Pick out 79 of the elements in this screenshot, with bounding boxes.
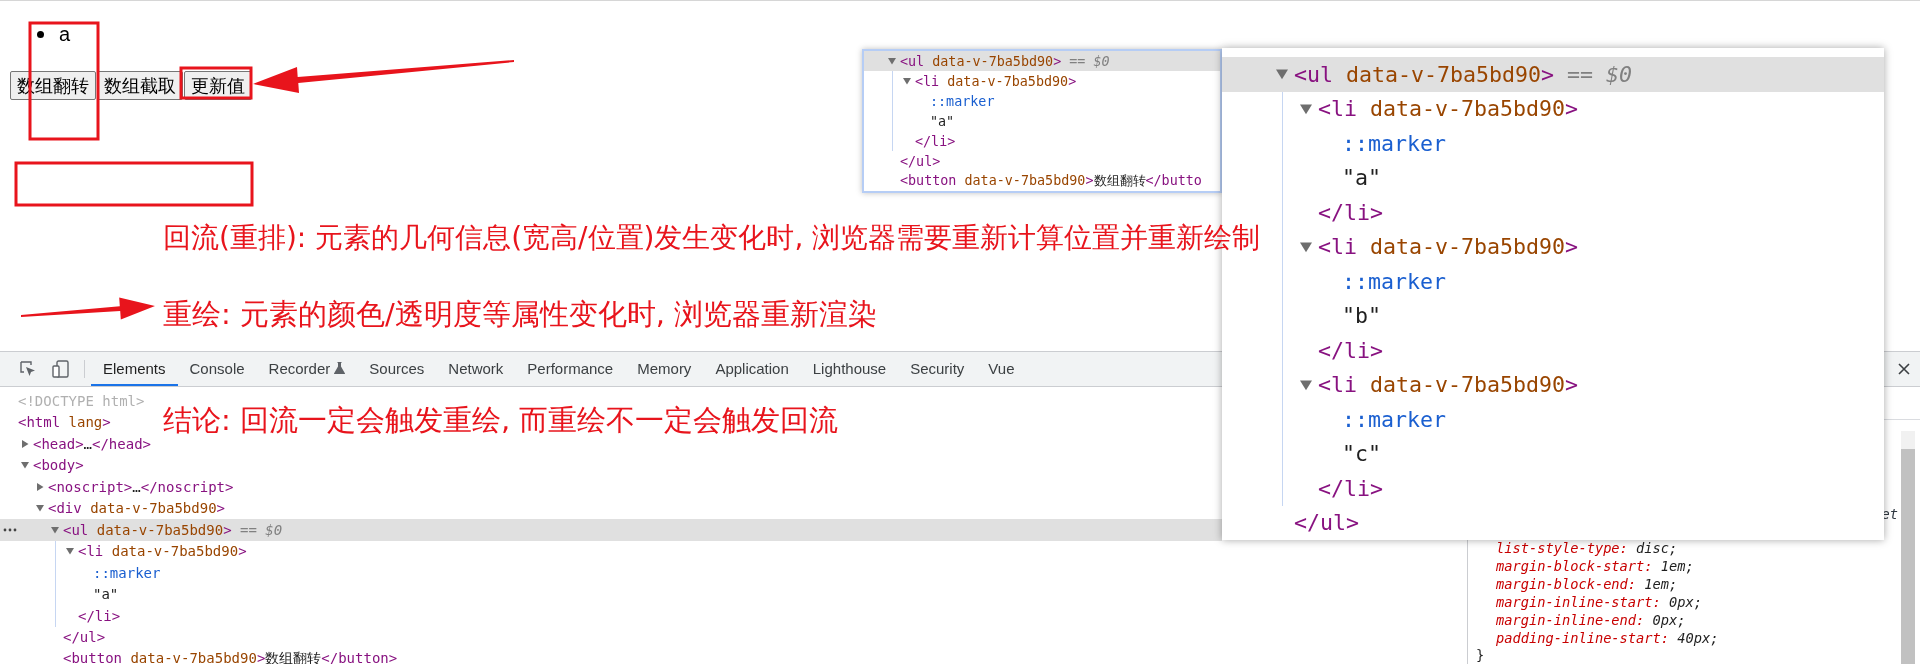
disclosure-triangle-icon[interactable] xyxy=(1300,102,1312,115)
code-line: "a" xyxy=(930,113,955,129)
code-line: ::marker xyxy=(93,564,161,581)
code-line: ::marker xyxy=(1342,268,1446,294)
annotation-text: 重绘: 元素的颜色/透明度等属性变化时, 浏览器重新渲染 xyxy=(163,296,878,332)
highlighted-row[interactable]: <ul data-v-7ba5bd90> == $0 xyxy=(864,51,1220,71)
flask-icon xyxy=(334,362,346,374)
code-line: <button data-v-7ba5bd90>数组翻转</butto xyxy=(900,172,1202,190)
css-declaration: margin-inline-start: 0px; xyxy=(1495,593,1704,611)
devtools-tab[interactable]: Console xyxy=(177,352,257,386)
close-icon[interactable] xyxy=(1898,363,1910,375)
disclosure-triangle-icon[interactable] xyxy=(1276,68,1288,81)
disclosure-triangle-icon[interactable] xyxy=(1300,240,1312,253)
devtools-tab[interactable]: Vue xyxy=(976,352,1027,386)
css-declaration: margin-block-start: 1em; xyxy=(1495,557,1695,575)
code-line: "c" xyxy=(1342,441,1381,467)
disclosure-triangle-icon[interactable] xyxy=(888,57,896,65)
highlighted-row[interactable]: <ul data-v-7ba5bd90> == $0 xyxy=(0,519,1222,541)
code-line: <!DOCTYPE html> xyxy=(18,392,145,409)
code-line: <ul data-v-7ba5bd90> == $0 xyxy=(63,521,283,538)
code-line: "b" xyxy=(1342,303,1381,329)
devtools-tab[interactable]: Security xyxy=(898,352,977,386)
closing-brace: } xyxy=(1476,647,1485,663)
css-declaration: list-style-type: disc; xyxy=(1495,539,1679,557)
devtools-tab[interactable]: Performance xyxy=(515,352,626,386)
inspect-element-icon[interactable] xyxy=(20,361,36,377)
list-item-text: a xyxy=(59,22,71,46)
code-line: </ul> xyxy=(1294,510,1359,536)
code-line: "a" xyxy=(93,586,119,603)
code-line: </li> xyxy=(1318,199,1383,225)
code-line: <ul data-v-7ba5bd90> == $0 xyxy=(1294,61,1633,87)
devtools-tab[interactable]: Network xyxy=(436,352,516,386)
code-line: ::marker xyxy=(1342,406,1446,432)
disclosure-triangle-icon[interactable] xyxy=(1300,378,1312,391)
code-line: <li data-v-7ba5bd90> xyxy=(1318,372,1579,398)
disclosure-triangle-icon[interactable] xyxy=(36,482,44,491)
code-line: <head>…</head> xyxy=(33,435,152,452)
css-declaration: margin-block-end: 1em; xyxy=(1495,575,1679,593)
code-line: <li data-v-7ba5bd90> xyxy=(915,73,1077,89)
code-line: <div data-v-7ba5bd90> xyxy=(48,500,225,517)
devtools-tab[interactable]: Elements xyxy=(91,352,178,386)
code-line: "a" xyxy=(1342,165,1381,191)
page-button[interactable]: 数组截取 xyxy=(97,71,183,100)
code-line: <body> xyxy=(33,457,84,474)
highlighted-row[interactable]: <ul data-v-7ba5bd90> == $0 xyxy=(1222,57,1884,92)
code-line: <li data-v-7ba5bd90> xyxy=(78,543,247,560)
code-line: </ul> xyxy=(900,153,941,169)
code-line: </li> xyxy=(1318,337,1383,363)
disclosure-triangle-icon[interactable] xyxy=(36,504,44,513)
bullet-icon xyxy=(37,30,44,38)
devtools-tab[interactable]: Sources xyxy=(357,352,437,386)
code-line: ::marker xyxy=(930,93,995,109)
disclosure-triangle-icon[interactable] xyxy=(903,77,911,85)
disclosure-triangle-icon[interactable] xyxy=(66,547,74,556)
disclosure-triangle-icon[interactable] xyxy=(21,439,29,448)
code-line: </li> xyxy=(78,607,121,624)
code-line: </li> xyxy=(915,133,956,149)
devtools-tab[interactable]: Recorder xyxy=(256,352,358,386)
code-line: </li> xyxy=(1318,475,1383,501)
annotation-text: 回流(重排): 元素的几何信息(宽高/位置)发生变化时, 浏览器需要重新计算位置并重新绘制 xyxy=(163,220,1261,256)
code-line: </ul> xyxy=(63,629,106,646)
code-line: <noscript>…</noscript> xyxy=(48,478,234,495)
code-line: <html lang> xyxy=(18,414,111,431)
css-declaration: margin-inline-end: 0px; xyxy=(1495,611,1687,629)
device-toolbar-icon[interactable] xyxy=(52,360,70,378)
scrollbar[interactable] xyxy=(1901,431,1915,664)
code-line: <li data-v-7ba5bd90> xyxy=(1318,96,1579,122)
disclosure-triangle-icon[interactable] xyxy=(21,461,29,470)
disclosure-triangle-icon[interactable] xyxy=(51,525,59,534)
code-line: <li data-v-7ba5bd90> xyxy=(1318,234,1579,260)
css-declaration: padding-inline-start: 40px; xyxy=(1495,629,1720,647)
devtools-tab[interactable]: Application xyxy=(703,352,801,386)
code-line: <button data-v-7ba5bd90>数组翻转</button> xyxy=(63,649,398,664)
devtools-tab[interactable]: Lighthouse xyxy=(800,352,899,386)
devtools-tab[interactable]: Memory xyxy=(625,352,704,386)
code-line: ::marker xyxy=(1342,130,1446,156)
more-icon[interactable] xyxy=(3,527,17,532)
annotation-text: 结论: 回流一定会触发重绘, 而重绘不一定会触发回流 xyxy=(163,402,839,438)
code-line: <ul data-v-7ba5bd90> == $0 xyxy=(900,53,1110,69)
